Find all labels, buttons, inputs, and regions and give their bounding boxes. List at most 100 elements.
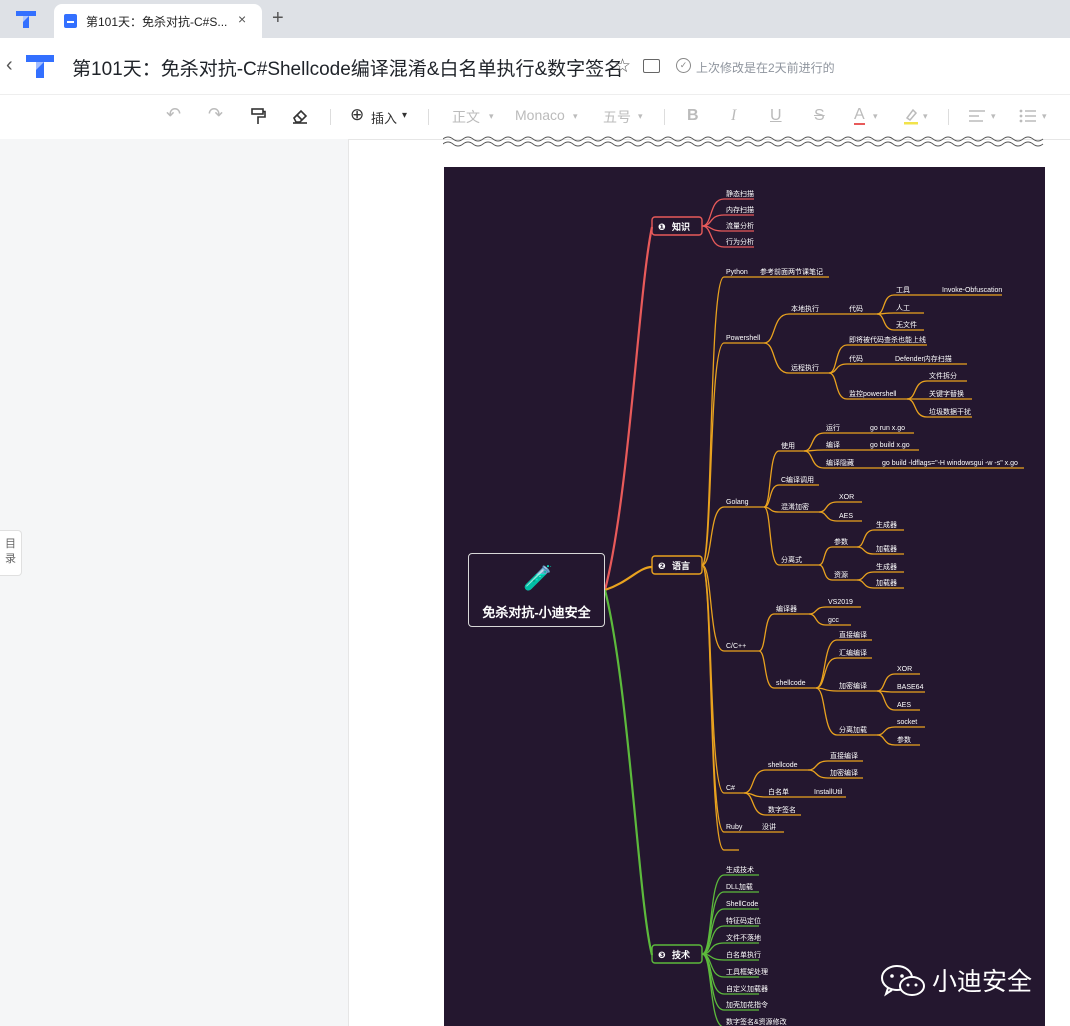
mindmap-label: XOR: [897, 666, 912, 673]
app-logo-icon[interactable]: [14, 8, 38, 30]
bold-button[interactable]: B: [687, 107, 699, 125]
mindmap-connector: [828, 372, 848, 400]
mindmap-label: 分离加载: [839, 725, 867, 734]
chevron-down-icon[interactable]: ▾: [402, 110, 407, 121]
mindmap-label: 编译器: [776, 604, 797, 613]
mindmap-label: 数字签名: [768, 805, 796, 814]
mindmap-connector: [604, 565, 653, 592]
mindmap-label: BASE64: [897, 684, 924, 691]
mindmap-label: go build -ldflags="-H windowsgui -w -s" …: [882, 460, 1018, 467]
insert-icon[interactable]: ⊕: [350, 105, 364, 125]
new-tab-button[interactable]: +: [272, 7, 284, 29]
font-size-select[interactable]: 五号: [603, 107, 631, 127]
mindmap-label: 人工: [896, 304, 910, 312]
mindmap-label: go build x.go: [870, 442, 910, 449]
mindmap-label: 无文件: [896, 320, 917, 329]
mindmap-connector: [603, 226, 654, 591]
mindmap-label: shellcode: [768, 762, 798, 769]
branch-number-badge: ❶: [658, 222, 666, 232]
align-icon[interactable]: [968, 109, 986, 123]
star-icon[interactable]: ☆: [614, 55, 631, 78]
font-family-select[interactable]: Monaco: [515, 107, 565, 123]
mindmap-connector: [807, 760, 829, 771]
underline-button[interactable]: U: [770, 107, 782, 125]
mindmap-root-label: 免杀对抗-小迪安全: [482, 605, 591, 620]
doc-app-logo-icon[interactable]: [24, 52, 56, 80]
mindmap-label: DLL加载: [726, 882, 753, 891]
browser-tab[interactable]: 第101天：免杀对抗-C#S... ×: [54, 4, 262, 38]
mindmap-label: 直接编译: [830, 751, 858, 760]
chevron-down-icon: ▾: [923, 111, 928, 121]
chevron-down-icon: ▾: [489, 111, 494, 121]
mindmap-connector: [803, 450, 825, 469]
mindmap-label: 加载器: [876, 578, 897, 587]
mindmap-connector: [763, 313, 790, 344]
strikethrough-button[interactable]: S: [814, 107, 825, 125]
format-painter-icon[interactable]: [250, 108, 266, 126]
mindmap-label: 工具框架处理: [726, 967, 768, 976]
mindmap-label: AES: [839, 513, 853, 520]
mindmap-label: 流量分析: [726, 221, 754, 230]
branch-knowledge: 知识: [671, 221, 690, 232]
mindmap-connector: [856, 571, 875, 581]
editor-toolbar: ↶ ↷ ⊕ 插入 ▾ 正文 ▾ Monaco ▾ 五号 ▾ B I U S A …: [0, 94, 1070, 140]
mindmap-label: 运行: [826, 423, 840, 432]
mindmap-connector: [603, 589, 654, 956]
mindmap-connector: [876, 673, 896, 692]
toc-toggle-button[interactable]: 目录: [0, 530, 22, 576]
mindmap-label: InstallUtil: [814, 789, 843, 796]
mindmap-label: 混淆加密: [781, 502, 809, 511]
mindmap-connector: [803, 432, 825, 452]
last-modified-text: 上次修改是在2天前进行的: [696, 61, 835, 75]
mindmap-label: socket: [897, 719, 917, 726]
mindmap-label: 生成技术: [726, 865, 754, 874]
mindmap-label: 文件不落地: [726, 933, 761, 942]
redo-icon[interactable]: ↷: [208, 104, 223, 125]
mindmap-image[interactable]: ❶ 知识 ❷ 语言 ❸ 技术 静态扫描 内存扫描 流量分析 行为分析 Python 参考前面两节课笔记…: [444, 167, 1045, 1026]
mindmap-label: 加密编译: [839, 681, 867, 690]
undo-icon[interactable]: ↶: [166, 104, 181, 125]
mindmap-connector: [808, 613, 827, 626]
close-icon[interactable]: ×: [238, 11, 246, 27]
insert-button[interactable]: 插入: [371, 108, 397, 127]
italic-button[interactable]: I: [731, 107, 736, 125]
mindmap-connector: [876, 734, 896, 746]
mindmap-label: shellcode: [776, 680, 806, 687]
eraser-icon[interactable]: [291, 108, 309, 124]
mindmap-connector: [818, 564, 833, 581]
mindmap-connector: [876, 690, 896, 711]
saved-check-icon: ✓: [676, 58, 691, 73]
mindmap-connector: [876, 313, 895, 331]
mindmap-connector: [815, 657, 838, 689]
document-icon: [64, 14, 77, 28]
back-icon[interactable]: ‹: [6, 54, 13, 77]
flask-icon: 🧪: [523, 565, 553, 592]
mindmap-label: 分离式: [781, 555, 802, 564]
browser-tab-bar: 第101天：免杀对抗-C#S... × +: [0, 0, 1070, 38]
mindmap-label: 直接编译: [839, 630, 867, 639]
paragraph-style-select[interactable]: 正文: [452, 107, 480, 127]
mindmap-connector: [856, 529, 875, 548]
font-color-button[interactable]: A: [854, 107, 865, 125]
mindmap-connector: [828, 344, 848, 374]
mindmap-connector: [763, 450, 780, 508]
mindmap-label: Defender内存扫描: [895, 354, 952, 363]
mindmap-label: 汇编编译: [839, 648, 867, 657]
mindmap-connector: [758, 650, 775, 689]
mindmap-label: 参数: [897, 735, 911, 744]
mindmap-label: 代码: [849, 354, 863, 363]
branch-number-badge: ❷: [658, 561, 666, 571]
mindmap-label: 编译: [826, 440, 840, 449]
watermark-text: 小迪安全: [932, 968, 1033, 996]
mindmap-label: 静态扫描: [726, 189, 754, 198]
outline-panel: [0, 139, 349, 1026]
highlight-icon[interactable]: [903, 107, 919, 125]
mindmap-label: ShellCode: [726, 901, 758, 908]
page-title[interactable]: 第101天：免杀对抗-C#Shellcode编译混淆&白名单执行&数字签名: [72, 54, 623, 81]
mindmap-label: Ruby: [726, 824, 743, 831]
wechat-icon: [881, 965, 925, 997]
list-icon[interactable]: [1019, 109, 1037, 123]
chevron-down-icon: ▾: [1042, 111, 1047, 121]
mindmap-label: 行为分析: [726, 237, 754, 246]
move-to-folder-icon[interactable]: [643, 59, 660, 73]
